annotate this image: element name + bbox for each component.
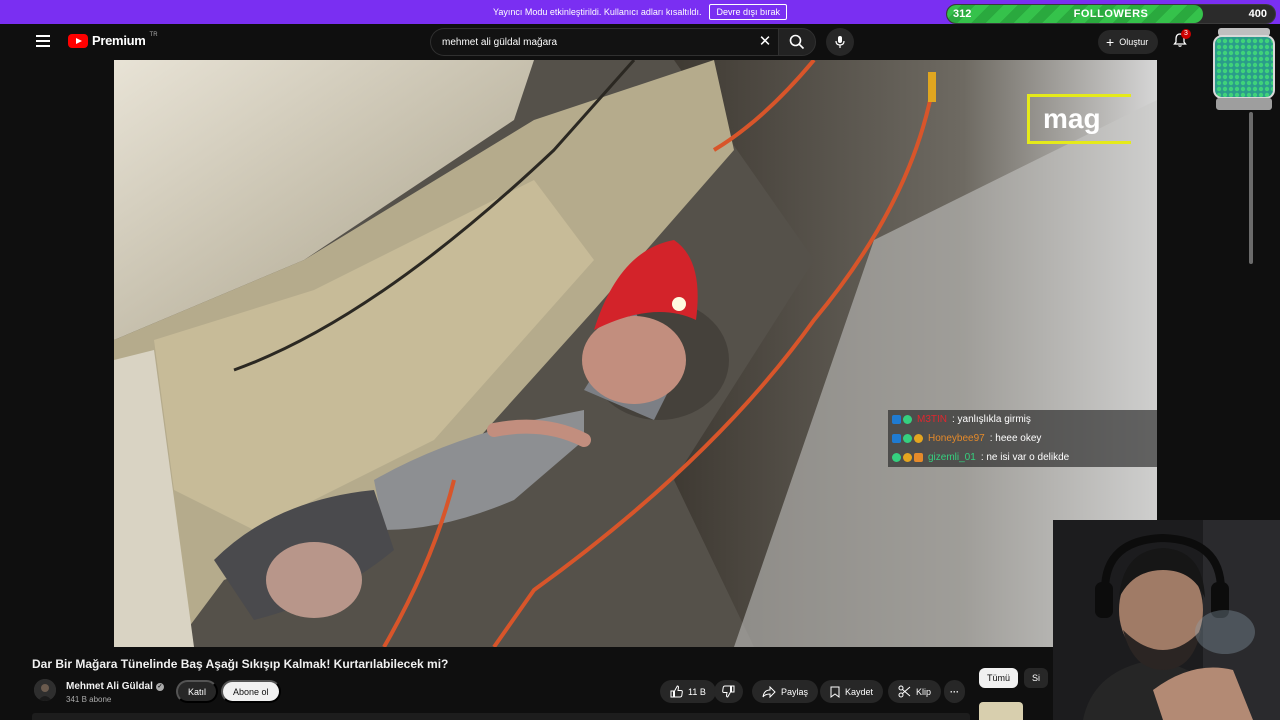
plus-icon: + bbox=[1106, 34, 1115, 50]
stream-chat-overlay: M3TIN : yanlışlıkla girmiş Honeybee97 : … bbox=[888, 410, 1157, 467]
youtube-play-icon bbox=[68, 33, 88, 48]
chip-second[interactable]: Si bbox=[1024, 668, 1049, 688]
join-button[interactable]: Katıl bbox=[176, 680, 219, 703]
jar-widget bbox=[1210, 26, 1278, 112]
clip-button[interactable]: Klip bbox=[888, 680, 942, 703]
followers-target: 400 bbox=[1248, 8, 1267, 20]
hamburger-menu-icon[interactable] bbox=[36, 35, 50, 47]
moderator-badge-icon bbox=[892, 415, 901, 424]
more-icon: ··· bbox=[950, 686, 959, 697]
microphone-icon bbox=[835, 36, 845, 48]
video-frame bbox=[114, 60, 1157, 647]
followers-label: FOLLOWERS bbox=[1073, 8, 1149, 20]
banner-message: Yayıncı Modu etkinleştirildi. Kullanıcı … bbox=[493, 7, 702, 17]
chat-text: : ne isi var o delikde bbox=[980, 452, 1070, 463]
search-input[interactable]: mehmet ali güldal mağara bbox=[430, 28, 778, 56]
description-box[interactable] bbox=[32, 713, 970, 720]
search-icon bbox=[789, 34, 805, 50]
moderator-badge-icon bbox=[892, 434, 901, 443]
logo-region: TR bbox=[149, 31, 158, 38]
search-query: mehmet ali güldal mağara bbox=[442, 36, 558, 48]
search-button[interactable] bbox=[778, 28, 816, 56]
clip-label: Klip bbox=[916, 686, 932, 697]
chat-message: gizemli_01 : ne isi var o delikde bbox=[888, 448, 1157, 467]
followers-goal-bar: 312 FOLLOWERS 400 bbox=[946, 4, 1276, 24]
channel-name-link[interactable]: Mehmet Ali Güldal ✓ bbox=[66, 681, 164, 692]
chat-username: gizemli_01 bbox=[928, 452, 976, 463]
subscriber-count: 341 B abone bbox=[66, 695, 112, 704]
video-player[interactable]: mag M3TIN : yanlışlıkla girmiş Honeybee9… bbox=[114, 60, 1157, 647]
save-button[interactable]: Kaydet bbox=[820, 680, 884, 703]
notification-badge: 3 bbox=[1181, 29, 1191, 39]
dislike-button[interactable] bbox=[714, 680, 743, 703]
disable-streamer-mode-button[interactable]: Devre dışı bırak bbox=[709, 4, 787, 20]
verified-check-icon: ✓ bbox=[155, 682, 164, 691]
chat-text: : yanlışlıkla girmiş bbox=[952, 414, 1031, 425]
youtube-premium-logo[interactable]: Premium TR bbox=[68, 31, 158, 48]
subscribe-button[interactable]: Abone ol bbox=[221, 680, 281, 703]
share-button[interactable]: Paylaş bbox=[752, 680, 819, 703]
channel-name: Mehmet Ali Güldal bbox=[66, 681, 153, 692]
thumbs-up-icon bbox=[670, 685, 683, 698]
chat-message: Honeybee97 : heee okey bbox=[888, 429, 1157, 448]
coin-badge-icon bbox=[914, 434, 923, 443]
voice-search-button[interactable] bbox=[826, 28, 854, 56]
like-count: 11 B bbox=[688, 686, 706, 697]
notifications-button[interactable]: 3 bbox=[1172, 29, 1191, 50]
more-actions-button[interactable]: ··· bbox=[944, 680, 965, 703]
channel-avatar[interactable] bbox=[34, 679, 56, 701]
bookmark-icon bbox=[830, 686, 840, 698]
chat-username: Honeybee97 bbox=[928, 433, 985, 444]
sparkle-badge-icon bbox=[903, 415, 912, 424]
chat-username: M3TIN bbox=[917, 414, 947, 425]
youtube-header: Premium TR mehmet ali güldal mağara ✕ + … bbox=[0, 24, 1210, 60]
create-label: Oluştur bbox=[1119, 37, 1149, 47]
gift-badge-icon bbox=[914, 453, 923, 462]
video-title: Dar Bir Mağara Tünelinde Baş Aşağı Sıkış… bbox=[32, 657, 449, 671]
save-label: Kaydet bbox=[845, 686, 874, 697]
chat-message: M3TIN : yanlışlıkla girmiş bbox=[888, 410, 1157, 429]
chat-text: : heee okey bbox=[989, 433, 1042, 444]
recommended-thumbnail[interactable] bbox=[979, 702, 1023, 720]
thumbs-down-icon bbox=[722, 685, 735, 698]
like-button[interactable]: 11 B bbox=[660, 680, 716, 703]
streamer-webcam bbox=[1053, 520, 1280, 720]
sparkle-badge-icon bbox=[903, 434, 912, 443]
chip-all[interactable]: Tümü bbox=[979, 668, 1019, 688]
mag-overlay-label: mag bbox=[1027, 94, 1131, 144]
share-label: Paylaş bbox=[781, 686, 809, 697]
sparkle-badge-icon bbox=[892, 453, 901, 462]
share-icon bbox=[762, 685, 776, 698]
scissors-icon bbox=[898, 685, 911, 698]
create-button[interactable]: + Oluştur bbox=[1098, 30, 1159, 54]
clear-search-icon[interactable]: ✕ bbox=[756, 33, 774, 51]
coin-badge-icon bbox=[903, 453, 912, 462]
logo-text: Premium bbox=[92, 33, 146, 48]
page-scrollbar[interactable] bbox=[1249, 112, 1253, 264]
